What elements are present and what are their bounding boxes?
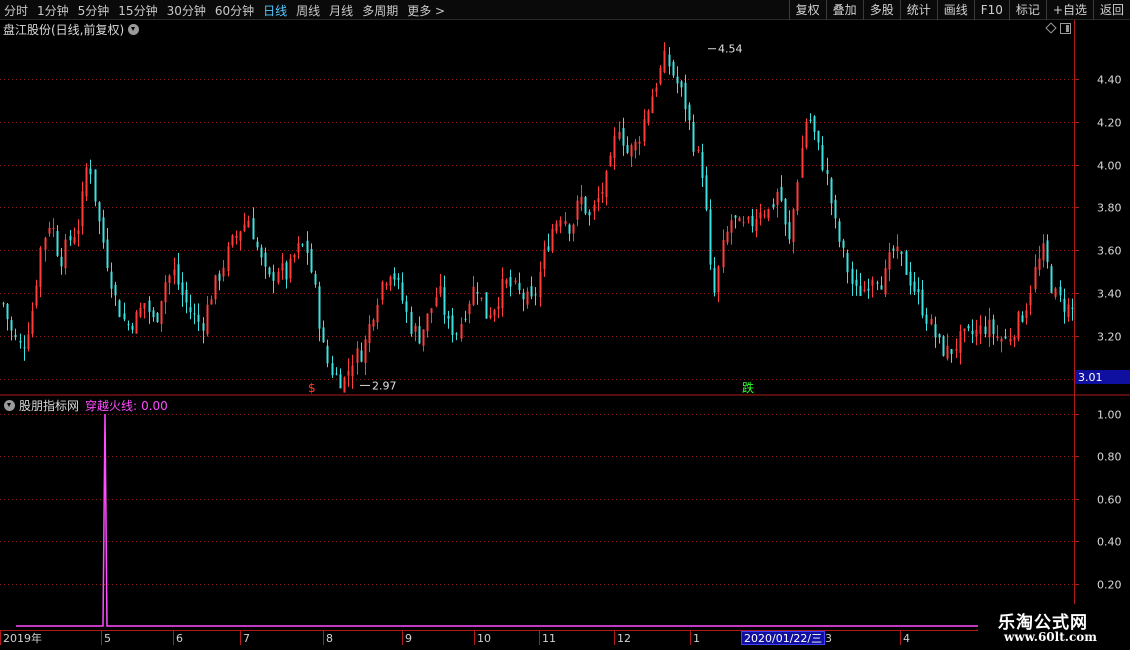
indicator-tick-label: 0.80 [1097, 451, 1122, 464]
month-tick-label: 12 [617, 632, 631, 645]
signal-marker: 跌 [742, 380, 754, 395]
watermark-url: www.60lt.com [1004, 630, 1097, 644]
crosshair-date-label: 2020/01/22/三 [741, 631, 826, 645]
price-tick-label: 3.80 [1097, 202, 1122, 215]
price-tick-label: 4.00 [1097, 160, 1122, 173]
signal-marker: $ [308, 381, 316, 395]
month-tick-label: 1 [693, 632, 700, 645]
high-annotation-label: 4.54 [718, 43, 743, 56]
month-tick-label: 5 [104, 632, 111, 645]
indicator-tick-label: 0.40 [1097, 536, 1122, 549]
price-tick-label: 4.20 [1097, 117, 1122, 130]
indicator-tick-label: 1.00 [1097, 409, 1122, 422]
month-tick-label: 9 [405, 632, 412, 645]
low-annotation-label: 2.97 [372, 379, 397, 392]
month-tick-label: 4 [903, 632, 910, 645]
kline-chart[interactable]: 4.404.204.003.803.603.403.203.001.000.80… [0, 0, 1130, 650]
indicator-title-row: 股朋指标网 穿越火线: 0.00 [0, 397, 168, 414]
indicator-tick-label: 0.20 [1097, 579, 1122, 592]
price-tick-label: 3.20 [1097, 331, 1122, 344]
month-tick-label: 7 [243, 632, 250, 645]
current-price-label: 3.01 [1078, 371, 1103, 384]
month-tick-label: 11 [542, 632, 556, 645]
month-tick-label: 6 [176, 632, 183, 645]
chevron-down-icon[interactable] [4, 400, 15, 411]
price-tick-label: 3.60 [1097, 245, 1122, 258]
indicator-name: 股朋指标网 [19, 399, 80, 413]
indicator-value: 0.00 [141, 398, 168, 413]
price-tick-label: 4.40 [1097, 74, 1122, 87]
month-tick-label: 10 [477, 632, 491, 645]
indicator-tick-label: 0.60 [1097, 494, 1122, 507]
month-tick-label: 8 [326, 632, 333, 645]
month-tick-label: 2019年 [3, 631, 42, 645]
indicator-line [16, 413, 978, 627]
month-tick-label: 3 [825, 632, 832, 645]
indicator-line-label: 穿越火线: [85, 399, 138, 413]
price-tick-label: 3.40 [1097, 288, 1122, 301]
watermark: 乐淘公式网 www.60lt.com [978, 604, 1130, 650]
